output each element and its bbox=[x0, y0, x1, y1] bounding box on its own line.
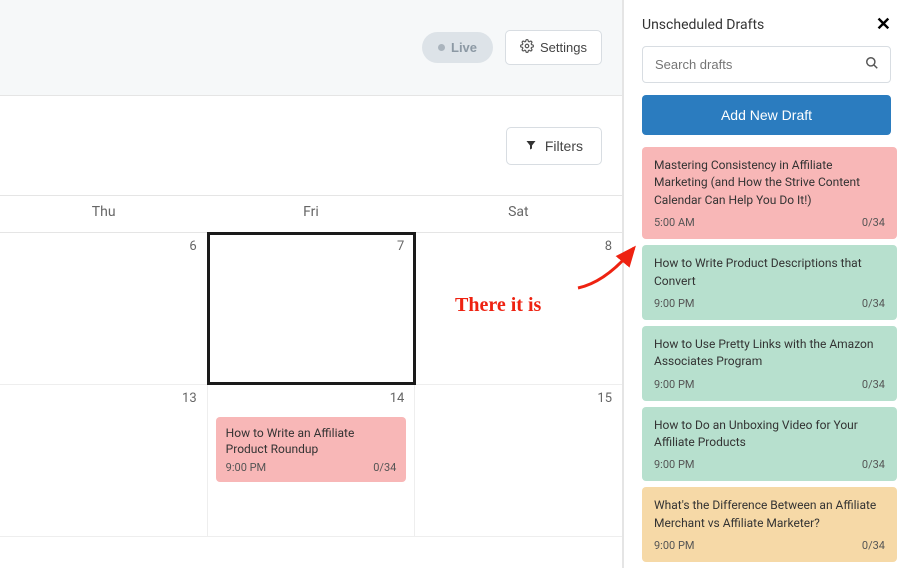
draft-ratio: 0/34 bbox=[862, 215, 885, 231]
draft-time: 9:00 PM bbox=[654, 457, 694, 473]
draft-meta: 9:00 PM 0/34 bbox=[654, 296, 885, 312]
draft-meta: 9:00 PM 0/34 bbox=[654, 457, 885, 473]
main-area: Live Settings Filters Thu Fri Sat bbox=[0, 0, 623, 568]
draft-card[interactable]: Mastering Consistency in Affiliate Marke… bbox=[642, 147, 897, 239]
drafts-sidebar: Unscheduled Drafts ✕ Add New Draft Maste… bbox=[623, 0, 909, 568]
draft-title: How to Use Pretty Links with the Amazon … bbox=[654, 336, 885, 371]
draft-meta: 9:00 PM 0/34 bbox=[654, 377, 885, 393]
sidebar-header: Unscheduled Drafts ✕ bbox=[624, 0, 909, 46]
search-input[interactable] bbox=[642, 46, 891, 83]
calendar-event[interactable]: How to Write an Affiliate Product Roundu… bbox=[216, 417, 407, 482]
add-new-draft-button[interactable]: Add New Draft bbox=[642, 95, 891, 135]
calendar-cell[interactable]: 8 bbox=[415, 233, 622, 384]
settings-label: Settings bbox=[540, 40, 587, 55]
draft-ratio: 0/34 bbox=[862, 296, 885, 312]
day-number: 6 bbox=[189, 239, 196, 254]
calendar-header: Thu Fri Sat bbox=[0, 196, 622, 233]
draft-ratio: 0/34 bbox=[862, 538, 885, 554]
draft-ratio: 0/34 bbox=[862, 377, 885, 393]
calendar-body: 6 7 8 13 14 How to Write an Affiliate Product… bbox=[0, 233, 622, 537]
event-title: How to Write an Affiliate Product Roundu… bbox=[226, 425, 397, 457]
day-header: Fri bbox=[207, 196, 414, 232]
draft-title: What's the Difference Between an Affilia… bbox=[654, 497, 885, 532]
live-dot-icon bbox=[438, 44, 445, 51]
draft-title: How to Do an Unboxing Video for Your Aff… bbox=[654, 417, 885, 452]
calendar-row: 13 14 How to Write an Affiliate Product Ro… bbox=[0, 385, 622, 537]
gear-icon bbox=[520, 39, 534, 56]
day-number: 8 bbox=[605, 239, 612, 254]
event-ratio: 0/34 bbox=[373, 461, 396, 476]
calendar-cell[interactable]: 15 bbox=[415, 385, 622, 536]
drafts-list[interactable]: Mastering Consistency in Affiliate Marke… bbox=[624, 147, 909, 568]
day-header: Thu bbox=[0, 196, 207, 232]
draft-time: 9:00 PM bbox=[654, 538, 694, 554]
filter-icon bbox=[525, 138, 537, 154]
draft-title: Mastering Consistency in Affiliate Marke… bbox=[654, 157, 885, 209]
live-toggle[interactable]: Live bbox=[422, 32, 493, 63]
day-header: Sat bbox=[415, 196, 622, 232]
calendar-row: 6 7 8 bbox=[0, 233, 622, 385]
day-number: 7 bbox=[397, 239, 404, 254]
day-number: 15 bbox=[597, 391, 612, 406]
calendar: Thu Fri Sat 6 7 8 13 14 How to Write an Affil… bbox=[0, 196, 622, 568]
close-icon[interactable]: ✕ bbox=[876, 16, 891, 34]
day-number: 13 bbox=[182, 391, 197, 406]
search-wrap bbox=[624, 46, 909, 95]
topbar: Live Settings bbox=[0, 0, 622, 96]
settings-button[interactable]: Settings bbox=[505, 30, 602, 65]
draft-title: How to Write Product Descriptions that C… bbox=[654, 255, 885, 290]
draft-card[interactable]: How to Do an Unboxing Video for Your Aff… bbox=[642, 407, 897, 482]
filters-button[interactable]: Filters bbox=[506, 127, 602, 165]
draft-meta: 9:00 PM 0/34 bbox=[654, 538, 885, 554]
draft-card[interactable]: What's the Difference Between an Affilia… bbox=[642, 487, 897, 562]
search-icon[interactable] bbox=[865, 56, 879, 74]
calendar-cell[interactable]: 14 How to Write an Affiliate Product Roun… bbox=[208, 385, 416, 536]
calendar-cell[interactable]: 7 bbox=[208, 233, 416, 384]
calendar-cell[interactable]: 13 bbox=[0, 385, 208, 536]
sidebar-title: Unscheduled Drafts bbox=[642, 17, 764, 33]
filters-label: Filters bbox=[545, 138, 583, 154]
draft-ratio: 0/34 bbox=[862, 457, 885, 473]
live-label: Live bbox=[451, 40, 477, 55]
day-number: 14 bbox=[390, 391, 405, 406]
event-meta: 9:00 PM 0/34 bbox=[226, 461, 397, 476]
draft-card[interactable]: How to Write Product Descriptions that C… bbox=[642, 245, 897, 320]
draft-meta: 5:00 AM 0/34 bbox=[654, 215, 885, 231]
draft-time: 5:00 AM bbox=[654, 215, 695, 231]
draft-time: 9:00 PM bbox=[654, 377, 694, 393]
event-time: 9:00 PM bbox=[226, 461, 266, 476]
calendar-cell[interactable]: 6 bbox=[0, 233, 208, 384]
draft-card[interactable]: How to Use Pretty Links with the Amazon … bbox=[642, 326, 897, 401]
filterbar: Filters bbox=[0, 96, 622, 196]
draft-time: 9:00 PM bbox=[654, 296, 694, 312]
